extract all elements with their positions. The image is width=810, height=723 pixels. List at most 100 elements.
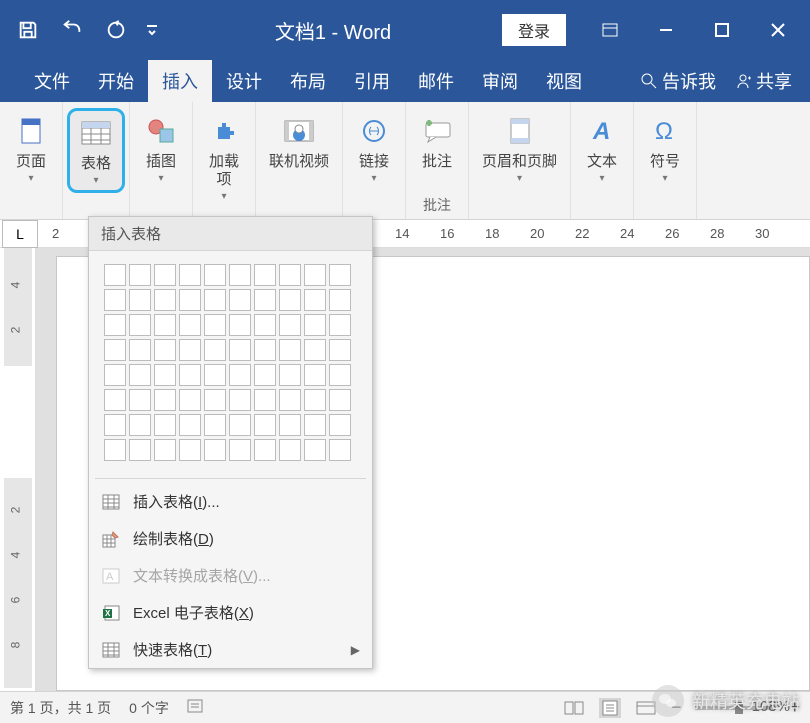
grid-cell[interactable] [204,264,226,286]
grid-cell[interactable] [229,389,251,411]
grid-cell[interactable] [329,339,351,361]
close-button[interactable] [754,10,802,50]
grid-cell[interactable] [204,414,226,436]
insert-table-item[interactable]: 插入表格(I)... [89,483,372,520]
grid-cell[interactable] [204,339,226,361]
grid-cell[interactable] [154,264,176,286]
grid-cell[interactable] [254,289,276,311]
grid-cell[interactable] [179,264,201,286]
grid-cell[interactable] [304,289,326,311]
grid-cell[interactable] [279,439,301,461]
grid-cell[interactable] [179,389,201,411]
tab-layout[interactable]: 布局 [276,60,340,102]
grid-cell[interactable] [129,364,151,386]
grid-cell[interactable] [154,414,176,436]
grid-cell[interactable] [254,339,276,361]
grid-cell[interactable] [204,389,226,411]
grid-cell[interactable] [129,339,151,361]
redo-button[interactable] [96,10,136,50]
grid-cell[interactable] [229,414,251,436]
grid-cell[interactable] [254,389,276,411]
text-button[interactable]: A 文本 ▾ [575,108,629,189]
grid-cell[interactable] [179,339,201,361]
grid-cell[interactable] [279,339,301,361]
tab-design[interactable]: 设计 [212,60,276,102]
grid-cell[interactable] [104,389,126,411]
grid-cell[interactable] [154,289,176,311]
grid-cell[interactable] [104,414,126,436]
grid-cell[interactable] [229,439,251,461]
grid-cell[interactable] [204,364,226,386]
grid-cell[interactable] [304,389,326,411]
tab-view[interactable]: 视图 [532,60,596,102]
online-video-button[interactable]: 联机视频 [260,108,338,176]
grid-cell[interactable] [204,314,226,336]
grid-cell[interactable] [179,289,201,311]
grid-cell[interactable] [254,414,276,436]
share-button[interactable]: 共享 [734,68,792,94]
tab-home[interactable]: 开始 [84,60,148,102]
grid-cell[interactable] [329,414,351,436]
word-count[interactable]: 0 个字 [129,698,169,718]
table-size-grid[interactable] [89,251,372,474]
grid-cell[interactable] [279,289,301,311]
grid-cell[interactable] [204,289,226,311]
grid-cell[interactable] [304,314,326,336]
grid-cell[interactable] [254,364,276,386]
grid-cell[interactable] [304,439,326,461]
grid-cell[interactable] [329,264,351,286]
grid-cell[interactable] [179,364,201,386]
grid-cell[interactable] [129,414,151,436]
grid-cell[interactable] [254,314,276,336]
grid-cell[interactable] [229,264,251,286]
grid-cell[interactable] [229,364,251,386]
grid-cell[interactable] [254,264,276,286]
grid-cell[interactable] [204,439,226,461]
grid-cell[interactable] [104,264,126,286]
grid-cell[interactable] [329,439,351,461]
addins-button[interactable]: 加载 项 ▾ [197,108,251,207]
spell-check-icon[interactable] [187,698,207,717]
grid-cell[interactable] [179,414,201,436]
grid-cell[interactable] [129,389,151,411]
quick-tables-item[interactable]: 快速表格(T) ▶ [89,631,372,668]
grid-cell[interactable] [154,364,176,386]
grid-cell[interactable] [179,314,201,336]
grid-cell[interactable] [329,389,351,411]
header-footer-button[interactable]: 页眉和页脚 ▾ [473,108,566,189]
grid-cell[interactable] [154,339,176,361]
grid-cell[interactable] [104,339,126,361]
grid-cell[interactable] [279,264,301,286]
grid-cell[interactable] [104,289,126,311]
grid-cell[interactable] [104,439,126,461]
tab-insert[interactable]: 插入 [148,60,212,102]
comment-button[interactable]: 批注 [410,108,464,176]
grid-cell[interactable] [104,364,126,386]
tab-references[interactable]: 引用 [340,60,404,102]
grid-cell[interactable] [129,289,151,311]
page-indicator[interactable]: 第 1 页，共 1 页 [10,698,111,718]
illustrations-button[interactable]: 插图 ▾ [134,108,188,189]
tab-file[interactable]: 文件 [20,60,84,102]
grid-cell[interactable] [279,389,301,411]
tab-mailings[interactable]: 邮件 [404,60,468,102]
grid-cell[interactable] [279,314,301,336]
undo-button[interactable] [52,10,92,50]
login-button[interactable]: 登录 [502,14,566,46]
grid-cell[interactable] [229,339,251,361]
maximize-button[interactable] [698,10,746,50]
save-button[interactable] [8,10,48,50]
minimize-button[interactable] [642,10,690,50]
grid-cell[interactable] [229,289,251,311]
grid-cell[interactable] [229,314,251,336]
grid-cell[interactable] [329,314,351,336]
tab-review[interactable]: 审阅 [468,60,532,102]
grid-cell[interactable] [254,439,276,461]
excel-spreadsheet-item[interactable]: X Excel 电子表格(X) [89,594,372,631]
grid-cell[interactable] [104,314,126,336]
qat-customize-button[interactable] [140,10,164,50]
grid-cell[interactable] [129,264,151,286]
ruler-corner[interactable]: L [2,220,38,248]
pages-button[interactable]: 页面 ▾ [4,108,58,189]
grid-cell[interactable] [304,364,326,386]
